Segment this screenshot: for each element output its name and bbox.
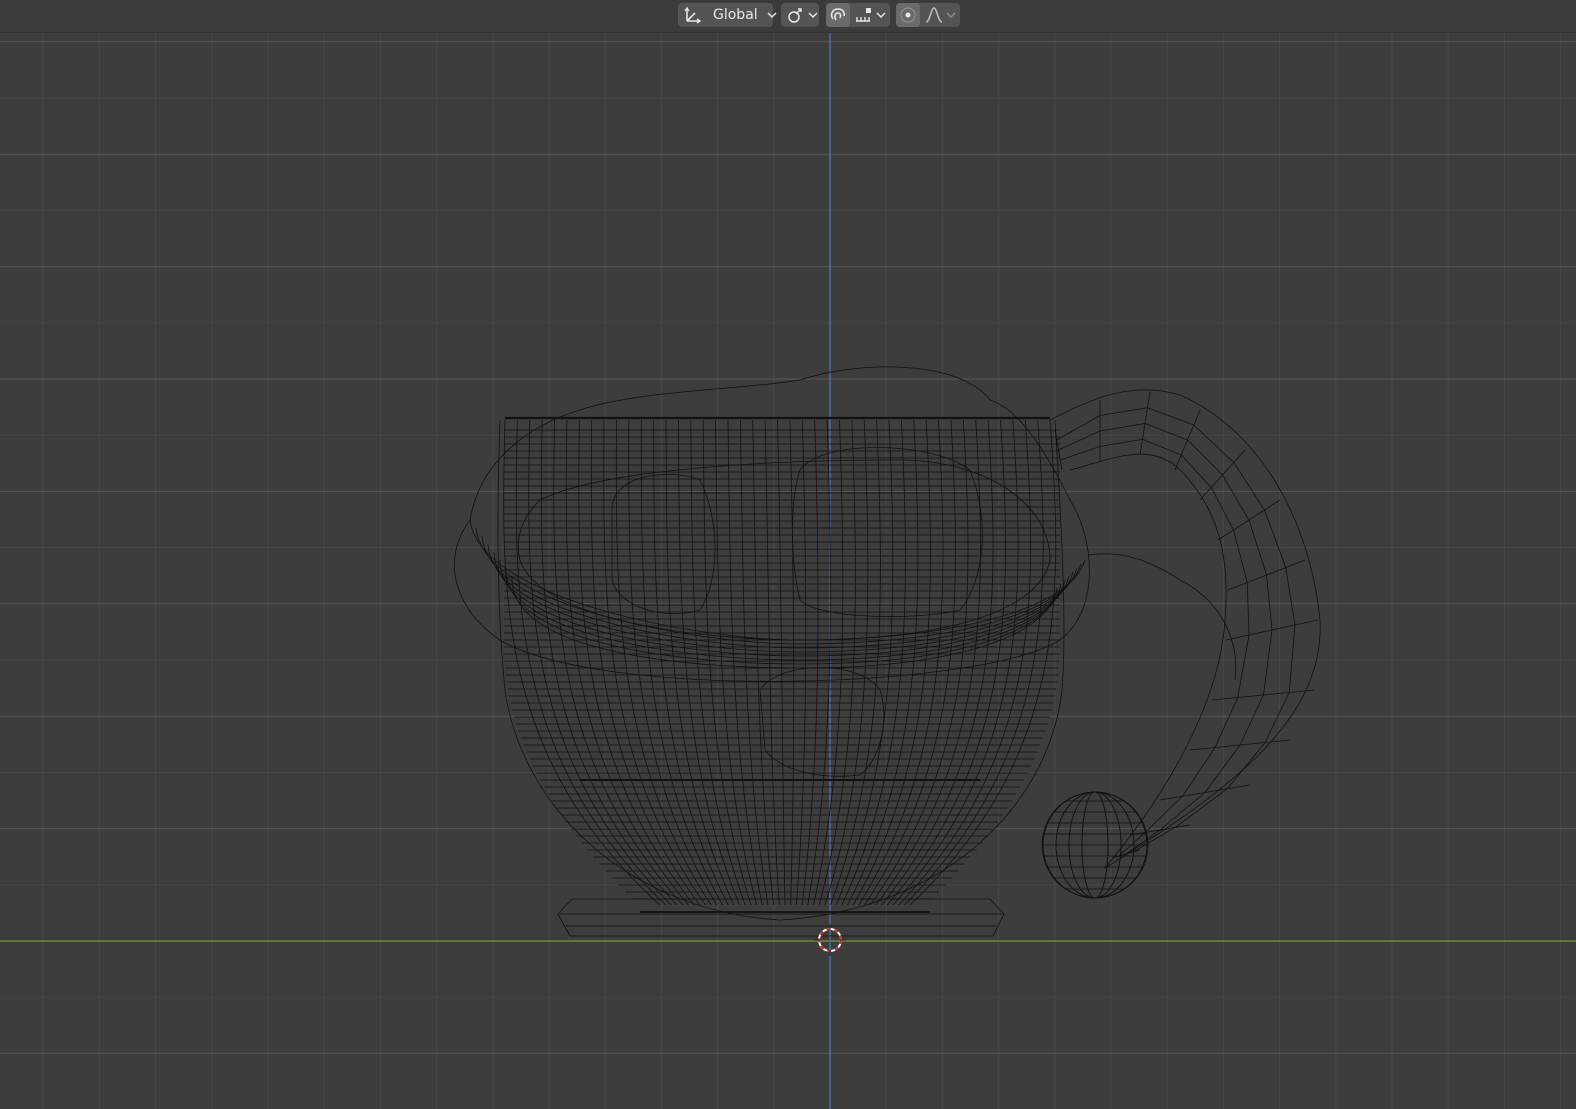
lid-blob-mesh[interactable] xyxy=(454,366,1090,777)
chevron-down-icon xyxy=(767,10,777,20)
chevron-down-icon xyxy=(946,10,956,20)
snap-increment-icon xyxy=(854,5,874,25)
saucer-mesh[interactable] xyxy=(557,898,1005,937)
snapping-group xyxy=(826,3,890,27)
viewport-grid xyxy=(0,32,1576,1109)
snap-toggle-button[interactable] xyxy=(826,3,850,27)
teacup-wireframe[interactable] xyxy=(454,366,1321,937)
chevron-down-icon xyxy=(808,10,818,20)
viewport-scene[interactable] xyxy=(0,0,1576,1109)
pivot-point-icon xyxy=(786,5,806,25)
falloff-curve-icon xyxy=(924,5,944,25)
falloff-dropdown[interactable] xyxy=(920,3,960,27)
transform-orientation-label: Global xyxy=(713,7,758,23)
proportional-editing-group xyxy=(896,3,960,27)
proportional-edit-toggle[interactable] xyxy=(896,3,920,27)
cup-body-mesh[interactable] xyxy=(497,416,1065,921)
wire-edge xyxy=(1058,423,1273,855)
viewport-header: Global xyxy=(0,0,1576,33)
transform-orientation-dropdown[interactable]: Global xyxy=(678,3,777,27)
transform-orientation-icon xyxy=(683,5,703,25)
wire-edge xyxy=(505,567,1062,665)
pivot-point-dropdown[interactable] xyxy=(781,3,819,27)
wire-edge xyxy=(1056,407,1296,853)
magnet-icon xyxy=(828,5,848,25)
chevron-down-icon xyxy=(876,10,886,20)
handle-sphere-mesh[interactable] xyxy=(1041,791,1149,899)
3d-viewport[interactable] xyxy=(0,0,1576,1109)
snap-target-dropdown[interactable] xyxy=(850,3,890,27)
proportional-edit-icon xyxy=(898,5,918,25)
